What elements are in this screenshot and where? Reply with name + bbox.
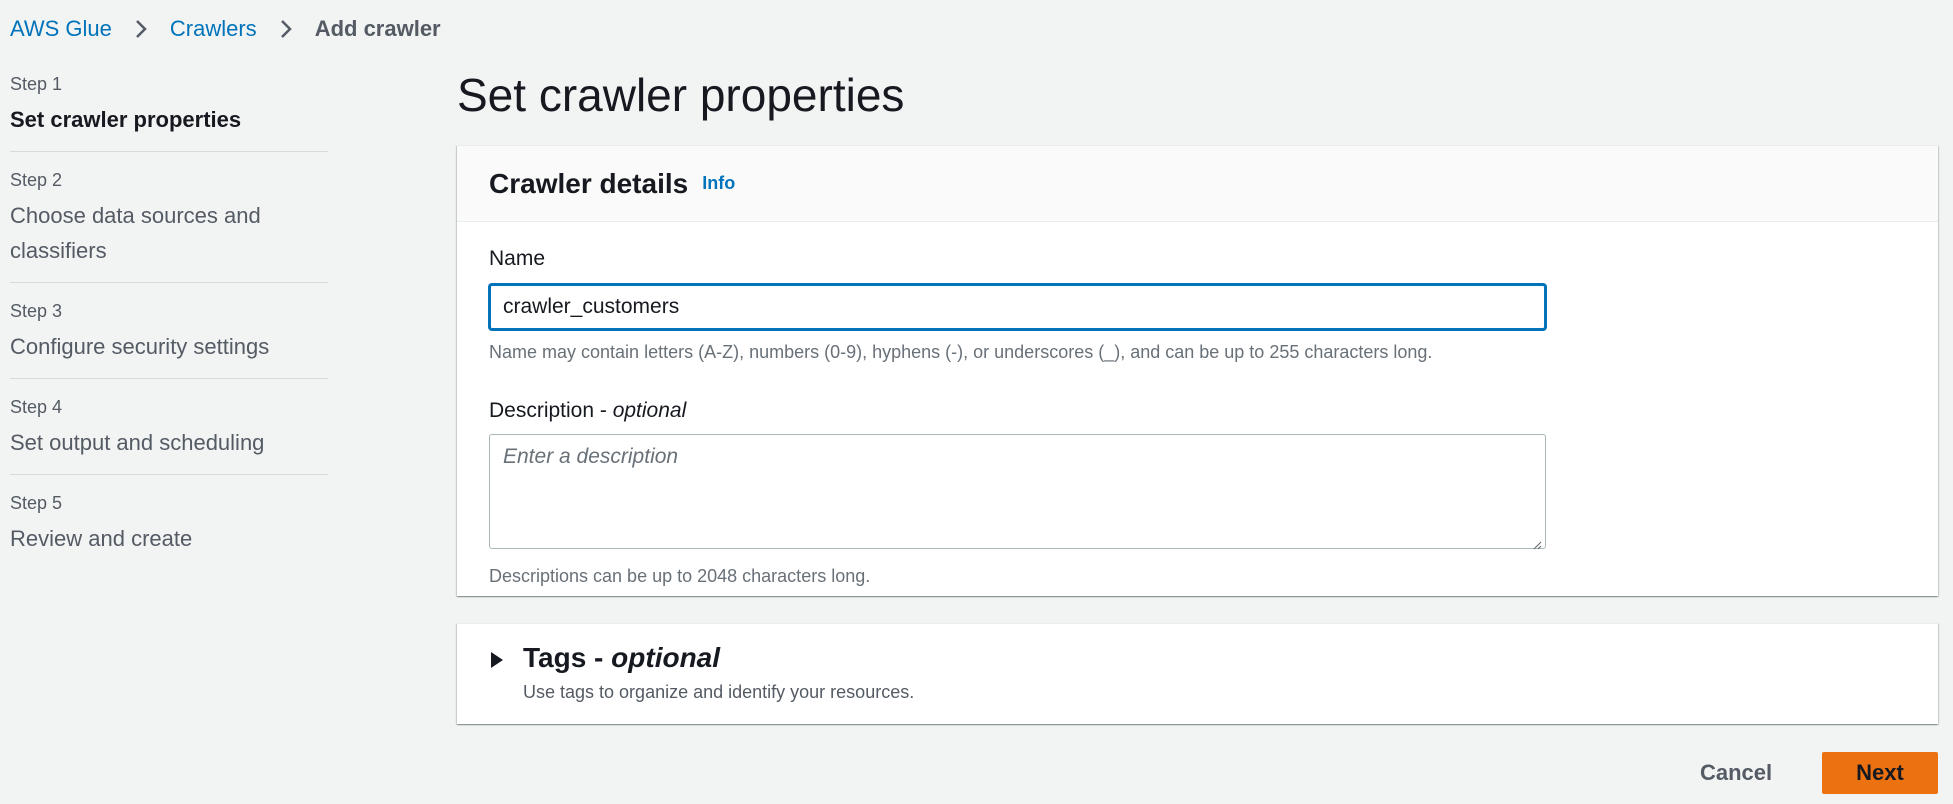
chevron-right-icon [279,18,293,40]
step-number: Step 1 [10,74,63,94]
panel-title: Crawler details [489,167,689,199]
description-wrapper [489,424,1546,554]
breadcrumb-aws-glue[interactable]: AWS Glue [10,16,112,42]
breadcrumb: AWS Glue Crawlers Add crawler [10,16,441,42]
description-label: Description - optional [489,398,1906,424]
wizard-steps: Step 1 Set crawler properties Step 2 Cho… [10,72,328,586]
description-hint: Descriptions can be up to 2048 character… [489,566,871,586]
description-field: Description - optional Descriptions can … [489,398,1906,588]
breadcrumb-crawlers[interactable]: Crawlers [170,16,257,42]
page-title: Set crawler properties [457,69,905,121]
resize-grip-icon[interactable] [1532,540,1542,550]
step-number: Step 5 [10,493,63,513]
tags-optional: optional [611,642,721,673]
name-hint: Name may contain letters (A-Z), numbers … [489,342,1433,362]
step-number: Step 2 [10,170,63,190]
step-number: Step 3 [10,301,63,321]
step-3: Step 3 Configure security settings [10,299,328,379]
name-input[interactable] [489,284,1546,330]
step-number: Step 4 [10,397,63,417]
breadcrumb-add-crawler: Add crawler [314,16,441,41]
tags-panel: Tags - optional Use tags to organize and… [457,623,1938,724]
step-2: Step 2 Choose data sources and classifie… [10,168,328,283]
chevron-right-icon [134,18,148,40]
info-link[interactable]: Info [702,173,735,194]
panel-header: Crawler details Info [457,146,1938,222]
next-button[interactable]: Next [1822,752,1938,794]
caret-right-icon[interactable] [489,650,505,670]
cancel-button[interactable]: Cancel [1688,752,1784,794]
step-title: Set output and scheduling [10,430,265,455]
description-label-text: Description - [489,399,613,422]
description-optional: optional [612,399,687,422]
step-1: Step 1 Set crawler properties [10,72,328,152]
tags-text: Tags - optional Use tags to organize and… [523,642,914,703]
step-title: Review and create [10,526,193,551]
crawler-details-panel: Crawler details Info Name Name may conta… [457,145,1938,596]
tags-toggle[interactable]: Tags - optional [523,642,914,674]
step-title: Choose data sources and classifiers [10,203,261,263]
tags-title-text: Tags - [523,642,612,673]
step-5: Step 5 Review and create [10,491,328,570]
name-label: Name [489,247,546,270]
step-4: Step 4 Set output and scheduling [10,395,328,475]
panel-body: Name Name may contain letters (A-Z), num… [457,222,1938,612]
step-title: Configure security settings [10,334,270,359]
step-title: Set crawler properties [10,107,242,132]
tags-subtitle: Use tags to organize and identify your r… [523,682,915,702]
description-textarea[interactable] [489,434,1546,549]
